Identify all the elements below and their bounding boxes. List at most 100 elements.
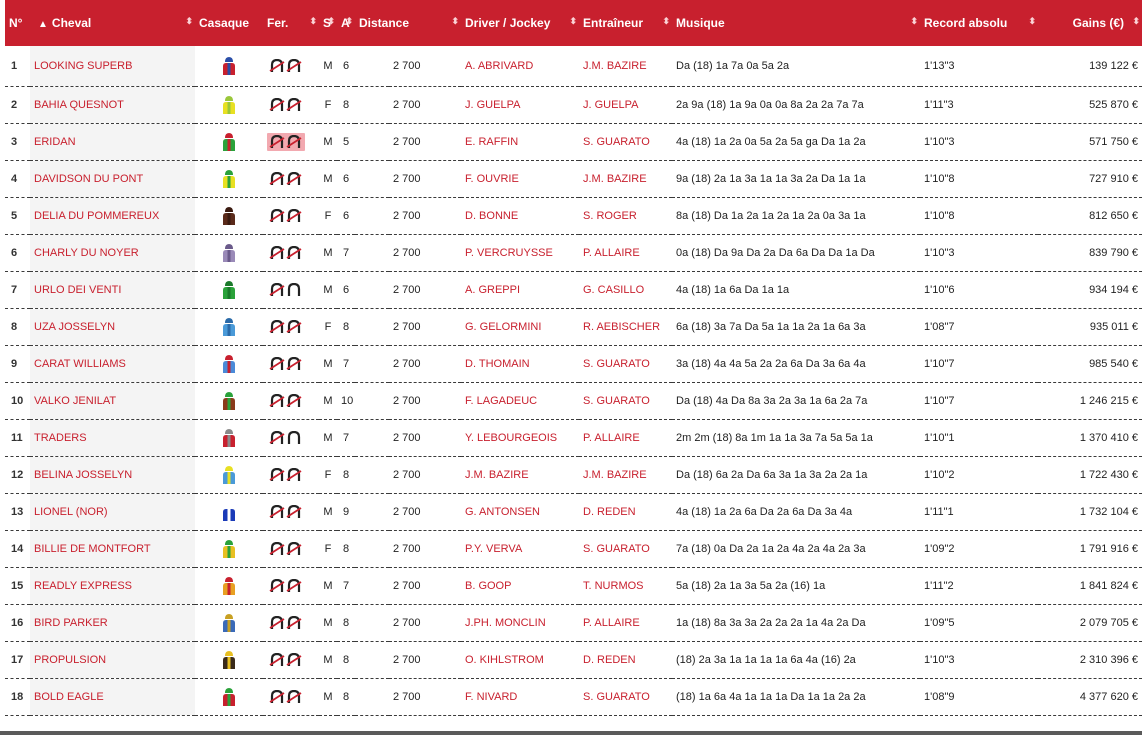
sexe-cell: M [323, 431, 333, 444]
sort-arrows-icon[interactable]: ⬍ [309, 16, 317, 27]
col-header-fer[interactable]: Fer. ⬍ [263, 0, 319, 46]
horse-name-link[interactable]: TRADERS [30, 419, 195, 456]
entraineur-link[interactable]: S. GUARATO [579, 678, 672, 715]
entraineur-link[interactable]: S. GUARATO [579, 382, 672, 419]
horse-name-link[interactable]: BOLD EAGLE [30, 678, 195, 715]
ferrure-cell [263, 308, 319, 345]
horse-name-link[interactable]: BAHIA QUESNOT [30, 86, 195, 123]
entraineur-link[interactable]: S. ROGER [579, 197, 672, 234]
spacer-cell [355, 123, 389, 160]
col-header-distance[interactable]: Distance ⬍ [355, 0, 461, 46]
horseshoe-crossed-icon [269, 58, 285, 73]
entraineur-link[interactable]: J. GUELPA [579, 86, 672, 123]
entraineur-link[interactable]: G. CASILLO [579, 271, 672, 308]
entraineur-link[interactable]: D. REDEN [579, 641, 672, 678]
spacer-cell [355, 419, 389, 456]
col-header-gains[interactable]: Gains (€) ⬍ [1038, 0, 1142, 46]
sort-arrows-icon[interactable]: ⬍ [1132, 16, 1140, 27]
entraineur-link[interactable]: J.M. BAZIRE [579, 46, 672, 86]
driver-link[interactable]: G. ANTONSEN [461, 493, 579, 530]
horse-name-link[interactable]: PROPULSION [30, 641, 195, 678]
driver-link[interactable]: F. OUVRIE [461, 160, 579, 197]
horse-name-link[interactable]: CARAT WILLIAMS [30, 345, 195, 382]
ferrure-indicator [267, 207, 305, 225]
driver-link[interactable]: O. KIHLSTROM [461, 641, 579, 678]
spacer-cell [355, 678, 389, 715]
musique-cell: 6a (18) 3a 7a Da 5a 1a 1a 2a 1a 6a 3a [676, 320, 866, 333]
sort-arrows-icon[interactable]: ⬍ [185, 16, 193, 27]
ferrure-cell [263, 641, 319, 678]
horse-name-link[interactable]: BILLIE DE MONTFORT [30, 530, 195, 567]
ferrure-indicator [267, 244, 305, 262]
driver-link[interactable]: J.M. BAZIRE [461, 456, 579, 493]
horseshoe-crossed-icon [269, 393, 285, 408]
entraineur-link[interactable]: S. GUARATO [579, 345, 672, 382]
musique-cell: 2a 9a (18) 1a 9a 0a 0a 8a 2a 2a 7a 7a [676, 98, 864, 111]
horse-name-link[interactable]: LOOKING SUPERB [30, 46, 195, 86]
distance-cell: 2 700 [393, 320, 421, 333]
sort-ascending-icon[interactable]: ▲ [38, 19, 48, 30]
horse-name-link[interactable]: BIRD PARKER [30, 604, 195, 641]
col-header-musique[interactable]: Musique ⬍ [672, 0, 920, 46]
horse-name-link[interactable]: BELINA JOSSELYN [30, 456, 195, 493]
horse-name-link[interactable]: DAVIDSON DU PONT [30, 160, 195, 197]
entraineur-link[interactable]: P. ALLAIRE [579, 419, 672, 456]
col-header-cheval[interactable]: ▲ Cheval ⬍ [30, 0, 195, 46]
driver-link[interactable]: J. GUELPA [461, 86, 579, 123]
col-header-driver[interactable]: Driver / Jockey ⬍ [461, 0, 579, 46]
col-header-entraineur[interactable]: Entraîneur ⬍ [579, 0, 672, 46]
horse-name-link[interactable]: CHARLY DU NOYER [30, 234, 195, 271]
horse-name-link[interactable]: LIONEL (NOR) [30, 493, 195, 530]
entraineur-link[interactable]: T. NURMOS [579, 567, 672, 604]
sort-arrows-icon[interactable]: ⬍ [327, 16, 335, 27]
entraineur-link[interactable]: S. GUARATO [579, 123, 672, 160]
col-header-sexe[interactable]: S ⬍ [319, 0, 337, 46]
horse-name-link[interactable]: UZA JOSSELYN [30, 308, 195, 345]
driver-link[interactable]: E. RAFFIN [461, 123, 579, 160]
musique-cell: Da (18) 6a 2a Da 6a 3a 1a 3a 2a 2a 1a [676, 468, 868, 481]
driver-link[interactable]: A. GREPPI [461, 271, 579, 308]
entraineur-link[interactable]: S. GUARATO [579, 530, 672, 567]
entraineur-link[interactable]: J.M. BAZIRE [579, 160, 672, 197]
age-cell: 8 [342, 653, 350, 666]
sort-arrows-icon[interactable]: ⬍ [662, 16, 670, 27]
driver-link[interactable]: J.PH. MONCLIN [461, 604, 579, 641]
col-header-record[interactable]: Record absolu ⬍ [920, 0, 1038, 46]
driver-link[interactable]: F. LAGADEUC [461, 382, 579, 419]
entraineur-link[interactable]: J.M. BAZIRE [579, 456, 672, 493]
col-header-num[interactable]: N° [5, 0, 30, 46]
horse-name-link[interactable]: URLO DEI VENTI [30, 271, 195, 308]
horse-name-link[interactable]: READLY EXPRESS [30, 567, 195, 604]
driver-link[interactable]: B. GOOP [461, 567, 579, 604]
gains-cell: 1 841 824 € [1079, 579, 1138, 592]
horse-name-link[interactable]: VALKO JENILAT [30, 382, 195, 419]
table-row: 13 LIONEL (NOR) M 9 2 700 G. ANTONSEN D. REDEN… [5, 493, 1142, 530]
entraineur-link[interactable]: P. ALLAIRE [579, 604, 672, 641]
driver-link[interactable]: A. ABRIVARD [461, 46, 579, 86]
entraineur-link[interactable]: P. ALLAIRE [579, 234, 672, 271]
horseshoe-crossed-icon [286, 58, 302, 73]
driver-link[interactable]: P. VERCRUYSSE [461, 234, 579, 271]
entraineur-link[interactable]: R. AEBISCHER [579, 308, 672, 345]
horse-name-link[interactable]: ERIDAN [30, 123, 195, 160]
driver-link[interactable]: G. GELORMINI [461, 308, 579, 345]
sort-arrows-icon[interactable]: ⬍ [910, 16, 918, 27]
entraineur-link[interactable]: D. REDEN [579, 493, 672, 530]
sort-arrows-icon[interactable]: ⬍ [451, 16, 459, 27]
sort-arrows-icon[interactable]: ⬍ [569, 16, 577, 27]
sort-arrows-icon[interactable]: ⬍ [345, 16, 353, 27]
driver-link[interactable]: F. NIVARD [461, 678, 579, 715]
driver-link[interactable]: P.Y. VERVA [461, 530, 579, 567]
col-header-casaque[interactable]: Casaque [195, 0, 263, 46]
ferrure-cell [263, 530, 319, 567]
casaque-cell [195, 197, 263, 234]
record-cell: 1'11"3 [924, 98, 954, 111]
col-header-age[interactable]: A ⬍ [337, 0, 355, 46]
driver-link[interactable]: D. BONNE [461, 197, 579, 234]
table-row: 10 VALKO JENILAT M 10 2 700 F. LAGADEUC S. GUA… [5, 382, 1142, 419]
driver-link[interactable]: D. THOMAIN [461, 345, 579, 382]
sort-arrows-icon[interactable]: ⬍ [1028, 16, 1036, 27]
horseshoe-crossed-icon [286, 356, 302, 371]
horse-name-link[interactable]: DELIA DU POMMEREUX [30, 197, 195, 234]
driver-link[interactable]: Y. LEBOURGEOIS [461, 419, 579, 456]
